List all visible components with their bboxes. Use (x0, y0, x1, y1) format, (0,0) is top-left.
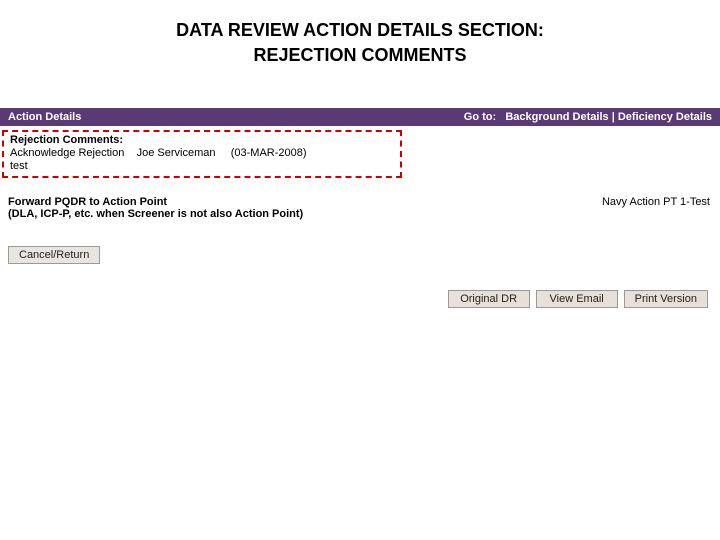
rejection-comments-box: Rejection Comments: Acknowledge Rejectio… (2, 130, 402, 178)
bottom-button-row: Original DR View Email Print Version (8, 290, 712, 308)
print-version-button[interactable]: Print Version (624, 290, 708, 308)
forward-title: Forward PQDR to Action Point (8, 196, 303, 208)
section-nav: Go to: Background Details | Deficiency D… (464, 111, 712, 123)
forward-left: Forward PQDR to Action Point (DLA, ICP-P… (8, 196, 303, 220)
view-email-button[interactable]: View Email (536, 290, 618, 308)
rejection-ack-label: Acknowledge Rejection (10, 147, 124, 159)
content-area: Rejection Comments: Acknowledge Rejectio… (0, 126, 720, 308)
page-heading: DATA REVIEW ACTION DETAILS SECTION: REJE… (0, 0, 720, 68)
heading-line1: DATA REVIEW ACTION DETAILS SECTION: (0, 18, 720, 43)
forward-right-value: Navy Action PT 1-Test (602, 196, 712, 220)
rejection-user-name: Joe Serviceman (137, 147, 216, 159)
forward-subtitle: (DLA, ICP-P, etc. when Screener is not a… (8, 208, 303, 220)
rejection-comments-title: Rejection Comments: (10, 134, 394, 146)
original-dr-button[interactable]: Original DR (448, 290, 530, 308)
cancel-row: Cancel/Return (8, 246, 712, 264)
action-details-header: Action Details Go to: Background Details… (0, 108, 720, 126)
rejection-date: (03-MAR-2008) (231, 147, 307, 159)
deficiency-details-link[interactable]: Deficiency Details (618, 111, 712, 123)
forward-row: Forward PQDR to Action Point (DLA, ICP-P… (8, 196, 712, 220)
cancel-return-button[interactable]: Cancel/Return (8, 246, 100, 264)
section-title: Action Details (8, 111, 81, 123)
rejection-line-1: Acknowledge Rejection Joe Serviceman (03… (10, 147, 394, 159)
heading-line2: REJECTION COMMENTS (0, 43, 720, 68)
goto-label: Go to: (464, 111, 496, 123)
rejection-line-2: test (10, 160, 394, 172)
background-details-link[interactable]: Background Details (505, 111, 608, 123)
